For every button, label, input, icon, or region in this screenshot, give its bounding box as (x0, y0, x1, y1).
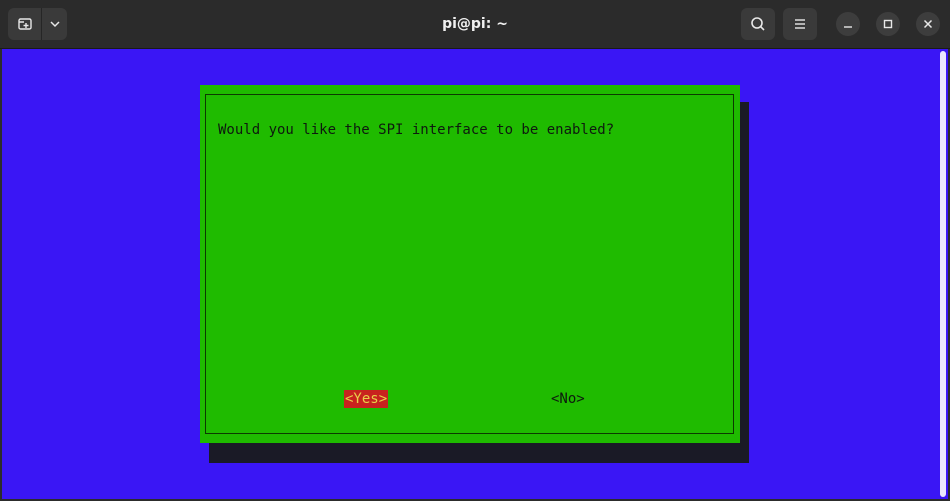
minimize-button[interactable] (836, 12, 860, 36)
search-button[interactable] (741, 8, 775, 40)
search-icon (751, 17, 765, 31)
terminal-scrollbar[interactable] (938, 49, 948, 499)
main-menu-button[interactable] (783, 8, 817, 40)
no-button[interactable]: <No> (551, 390, 585, 408)
maximize-icon (883, 19, 893, 29)
minimize-icon (844, 26, 852, 28)
yes-no-dialog: Would you like the SPI interface to be e… (200, 85, 740, 443)
terminal-window: pi@pi: ~ Would you like the SPI interfac… (0, 0, 950, 501)
terminal-viewport[interactable]: Would you like the SPI interface to be e… (2, 49, 938, 499)
yes-button[interactable]: <Yes> (344, 390, 389, 408)
close-button[interactable] (916, 12, 940, 36)
hamburger-menu-icon (795, 19, 805, 29)
dialog-prompt: Would you like the SPI interface to be e… (218, 122, 615, 138)
close-icon (923, 19, 933, 29)
scrollbar-thumb[interactable] (940, 51, 946, 497)
dialog-border (205, 94, 734, 434)
maximize-button[interactable] (876, 12, 900, 36)
title-bar: pi@pi: ~ (0, 0, 950, 49)
